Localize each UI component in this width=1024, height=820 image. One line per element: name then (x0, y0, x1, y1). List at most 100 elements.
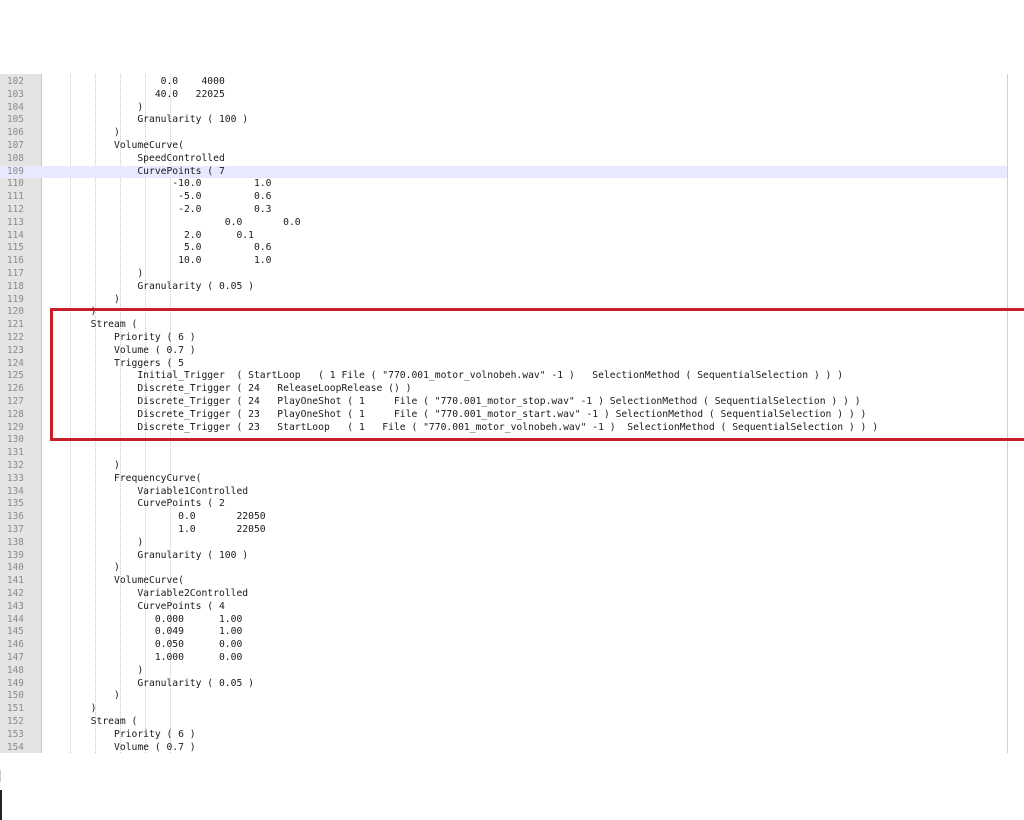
code-line[interactable]: 102 0.0 4000 (0, 76, 1008, 89)
text-cursor (0, 790, 2, 820)
line-number: 149 (7, 677, 24, 689)
code-line[interactable]: 138 ) (0, 537, 1008, 550)
code-text: CurvePoints ( 2 (44, 498, 225, 510)
line-number: 133 (7, 472, 24, 484)
code-line[interactable]: 127 Discrete_Trigger ( 24 PlayOneShot ( … (0, 396, 1008, 409)
line-number: 147 (7, 652, 24, 663)
code-line[interactable]: 125 Initial_Trigger ( StartLoop ( 1 File… (0, 370, 1008, 383)
code-line[interactable]: 109 CurvePoints ( 7 (0, 165, 1008, 179)
code-text: ) (44, 690, 120, 702)
code-line[interactable]: 107 VolumeCurve( (0, 140, 1008, 153)
code-text: 10.0 1.0 (44, 255, 272, 267)
code-line[interactable]: 110 -10.0 1.0 (0, 178, 1008, 191)
code-line[interactable]: 111 -5.0 0.6 (0, 191, 1008, 204)
code-line[interactable]: 151 ) (0, 703, 1008, 716)
code-line[interactable]: 106 ) (0, 127, 1008, 140)
code-line[interactable]: 131 (0, 447, 1008, 460)
code-text: 0.0 0.0 (44, 216, 301, 228)
code-line[interactable]: 108 SpeedControlled (0, 153, 1008, 166)
code-line[interactable]: 123 Volume ( 0.7 ) (0, 345, 1008, 358)
line-number: 132 (7, 460, 24, 471)
line-number: 139 (7, 549, 24, 561)
code-line[interactable]: 147 1.000 0.00 (0, 652, 1008, 665)
code-line[interactable]: 140 ) (0, 562, 1008, 575)
window-edge (0, 770, 1, 782)
line-number: 150 (7, 690, 24, 702)
line-number: 114 (7, 229, 24, 241)
code-line[interactable]: 143 CurvePoints ( 4 (0, 601, 1008, 614)
code-line[interactable]: 112 -2.0 0.3 (0, 204, 1008, 217)
code-line[interactable]: 136 0.0 22050 (0, 511, 1008, 524)
code-line[interactable]: 116 10.0 1.0 (0, 255, 1008, 268)
line-number: 124 (7, 357, 24, 369)
line-number: 145 (7, 626, 24, 638)
code-line[interactable]: 115 5.0 0.6 (0, 242, 1008, 255)
code-line[interactable]: 117 ) (0, 268, 1008, 281)
code-text: 0.000 1.00 (44, 613, 243, 625)
code-text: FrequencyCurve( (44, 472, 202, 484)
line-number: 117 (7, 268, 24, 279)
code-editor[interactable]: 102 0.0 4000 103 40.0 22025 104 ) 105 Granu… (0, 74, 1008, 753)
code-line[interactable]: 148 ) (0, 665, 1008, 678)
code-text: -2.0 0.3 (44, 204, 272, 215)
code-line[interactable]: 152 Stream ( (0, 716, 1008, 729)
line-number: 128 (7, 408, 24, 420)
code-line[interactable]: 146 0.050 0.00 (0, 639, 1008, 652)
code-text: Priority ( 6 ) (44, 332, 196, 343)
code-line[interactable]: 134 Variable1Controlled (0, 486, 1008, 499)
code-line[interactable]: 154 Volume ( 0.7 ) (0, 742, 1008, 753)
code-line[interactable]: 129 Discrete_Trigger ( 23 StartLoop ( 1 … (0, 422, 1008, 435)
code-line[interactable]: 120 ) (0, 306, 1008, 319)
code-line[interactable]: 114 2.0 0.1 (0, 230, 1008, 243)
code-line[interactable]: 135 CurvePoints ( 2 (0, 498, 1008, 511)
code-line[interactable]: 153 Priority ( 6 ) (0, 729, 1008, 742)
line-number: 104 (7, 101, 24, 113)
code-line[interactable]: 130 (0, 434, 1008, 447)
code-line[interactable]: 124 Triggers ( 5 (0, 358, 1008, 371)
line-number: 127 (7, 396, 24, 407)
code-line[interactable]: 118 Granularity ( 0.05 ) (0, 281, 1008, 294)
code-text: -5.0 0.6 (44, 191, 272, 203)
line-number: 121 (7, 319, 24, 331)
code-line[interactable]: 119 ) (0, 294, 1008, 307)
code-line[interactable]: 122 Priority ( 6 ) (0, 332, 1008, 345)
code-line[interactable]: 137 1.0 22050 (0, 524, 1008, 537)
code-text: ) (44, 306, 97, 318)
code-line[interactable]: 104 ) (0, 102, 1008, 115)
code-text: Triggers ( 5 (44, 357, 184, 369)
code-line[interactable]: 128 Discrete_Trigger ( 23 PlayOneShot ( … (0, 409, 1008, 422)
code-line[interactable]: 126 Discrete_Trigger ( 24 ReleaseLoopRel… (0, 383, 1008, 396)
code-line[interactable]: 149 Granularity ( 0.05 ) (0, 678, 1008, 691)
code-text: 0.0 22050 (44, 511, 266, 523)
code-line[interactable]: 141 VolumeCurve( (0, 575, 1008, 588)
code-text: 0.049 1.00 (44, 626, 243, 638)
code-line[interactable]: 150 ) (0, 690, 1008, 703)
code-line[interactable]: 139 Granularity ( 100 ) (0, 550, 1008, 563)
code-line[interactable]: 132 ) (0, 460, 1008, 473)
line-number: 136 (7, 511, 24, 523)
code-text: 40.0 22025 (44, 88, 225, 100)
line-number: 112 (7, 204, 24, 215)
line-number: 135 (7, 498, 24, 510)
line-number: 137 (7, 524, 24, 535)
line-number: 154 (7, 741, 24, 753)
code-line[interactable]: 142 Variable2Controlled (0, 588, 1008, 601)
code-text: 2.0 0.1 (44, 229, 254, 241)
line-number: 148 (7, 664, 24, 676)
code-text: Granularity ( 0.05 ) (44, 677, 254, 689)
code-line[interactable]: 113 0.0 0.0 (0, 217, 1008, 230)
line-number: 134 (7, 485, 24, 497)
line-number: 111 (7, 191, 24, 203)
line-number: 115 (7, 242, 24, 254)
code-line[interactable]: 145 0.049 1.00 (0, 626, 1008, 639)
code-line[interactable]: 105 Granularity ( 100 ) (0, 114, 1008, 127)
code-line[interactable]: 103 40.0 22025 (0, 89, 1008, 102)
code-line[interactable]: 121 Stream ( (0, 319, 1008, 332)
code-text: Discrete_Trigger ( 24 ReleaseLoopRelease… (44, 383, 412, 395)
line-number: 126 (7, 383, 24, 395)
line-number: 109 (7, 165, 24, 177)
code-text: ) (44, 101, 144, 113)
code-text: ) (44, 536, 144, 548)
code-line[interactable]: 144 0.000 1.00 (0, 614, 1008, 627)
code-line[interactable]: 133 FrequencyCurve( (0, 473, 1008, 486)
